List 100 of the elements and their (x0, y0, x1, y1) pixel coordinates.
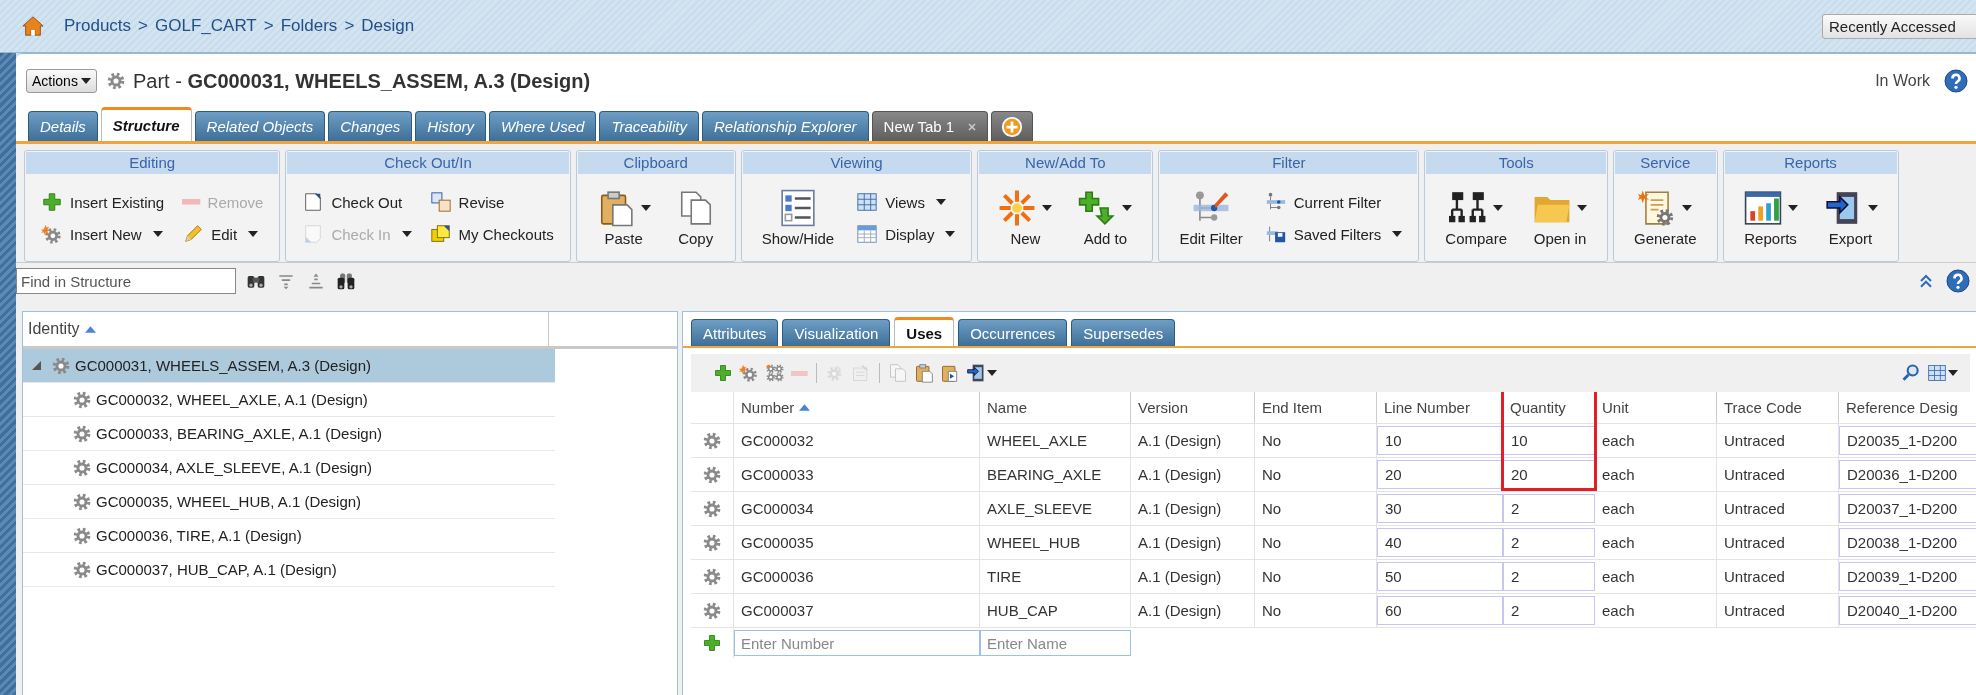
filter-up-icon[interactable] (306, 271, 326, 291)
tree-item[interactable]: GC000035, WHEEL_HUB, A.1 (Design) (23, 485, 555, 519)
bar-chart-icon (1743, 189, 1782, 227)
ribbon-button[interactable]: Paste (590, 185, 657, 251)
ribbon-button[interactable]: New (992, 185, 1059, 251)
ribbon-button[interactable]: Revise (427, 189, 556, 215)
ribbon-button[interactable]: Edit Filter (1173, 185, 1249, 251)
toolbar-button[interactable] (965, 363, 997, 383)
ribbon-button[interactable]: Export (1817, 185, 1884, 251)
table-cell: Untraced (1717, 526, 1839, 559)
tab[interactable]: Details (28, 111, 98, 141)
search-field[interactable]: Find in Structure (16, 268, 236, 294)
editable-cell[interactable]: 2 (1503, 528, 1595, 557)
editable-cell[interactable]: D20036_1-D200 (1839, 460, 1976, 489)
tab[interactable]: Traceability (599, 111, 699, 141)
table-cell: each (1595, 424, 1717, 457)
column-header[interactable]: Quantity (1503, 392, 1595, 423)
editable-cell[interactable]: 2 (1503, 494, 1595, 523)
column-header[interactable]: Trace Code (1717, 392, 1839, 423)
tree-item[interactable]: GC000037, HUB_CAP, A.1 (Design) (23, 553, 555, 587)
breadcrumb-link[interactable]: Products (64, 16, 132, 36)
ribbon-button[interactable]: Generate (1628, 185, 1703, 251)
ribbon-button[interactable]: Saved Filters (1262, 221, 1405, 247)
editable-cell[interactable]: 50 (1377, 562, 1503, 591)
column-header[interactable]: Identity (23, 312, 549, 346)
ribbon-button[interactable]: Open in (1527, 185, 1593, 251)
actions-button[interactable]: Actions (26, 69, 97, 93)
tab[interactable]: Where Used (489, 111, 597, 141)
tab[interactable]: Structure (100, 107, 192, 141)
home-icon[interactable] (22, 15, 44, 37)
column-header[interactable]: Line Number (1377, 392, 1503, 423)
tab[interactable]: Uses (894, 317, 955, 346)
editable-cell[interactable]: 20 (1377, 460, 1503, 489)
column-header[interactable]: Number (734, 392, 980, 423)
ribbon-button[interactable]: Compare (1439, 185, 1513, 251)
tab[interactable]: Visualization (782, 319, 891, 346)
editable-cell[interactable]: D20039_1-D200 (1839, 562, 1976, 591)
export-icon (965, 363, 986, 383)
breadcrumb-link[interactable]: Design (361, 16, 415, 36)
column-header[interactable]: Name (980, 392, 1131, 423)
ribbon-button[interactable]: Edit (180, 221, 266, 247)
gear-icon (41, 223, 63, 245)
ribbon-button[interactable]: Insert New (39, 221, 167, 247)
add-tab-button[interactable] (991, 111, 1034, 141)
table-cell: HUB_CAP (980, 594, 1131, 627)
tab[interactable]: Attributes (691, 319, 779, 346)
tree-item[interactable]: GC000032, WHEEL_AXLE, A.1 (Design) (23, 383, 555, 417)
ribbon-button[interactable]: My Checkouts (427, 221, 556, 247)
ribbon-button[interactable]: Copy (670, 185, 721, 251)
breadcrumb-link[interactable]: Folders (280, 16, 338, 36)
editable-cell[interactable]: 40 (1377, 528, 1503, 557)
tab[interactable]: New Tab 1 (871, 111, 989, 141)
editable-cell[interactable]: D20037_1-D200 (1839, 494, 1976, 523)
breadcrumb-link[interactable]: GOLF_CART (155, 16, 257, 36)
editable-cell[interactable]: 10 (1503, 426, 1595, 455)
tree-item[interactable]: GC000031, WHEELS_ASSEM, A.3 (Design) (23, 349, 555, 383)
tab[interactable]: Occurrences (958, 319, 1068, 346)
column-header[interactable]: Reference Desig (1839, 392, 1976, 423)
ribbon-button[interactable]: Display (854, 221, 958, 247)
help-icon (1944, 69, 1968, 93)
editable-cell[interactable]: 10 (1377, 426, 1503, 455)
table-cell: No (1255, 458, 1377, 491)
ribbon-button[interactable]: Insert Existing (39, 189, 167, 215)
editable-cell[interactable]: D20040_1-D200 (1839, 596, 1976, 625)
tab[interactable]: Related Objects (194, 111, 326, 141)
ribbon-button[interactable]: Views (854, 189, 958, 215)
ribbon-button[interactable]: Show/Hide (755, 185, 841, 251)
expand-toggle-icon[interactable] (32, 361, 41, 370)
ribbon-group-title: Tools (1426, 152, 1606, 174)
table-cell: GC000034 (734, 492, 980, 525)
ribbon-button[interactable]: Check Out (300, 189, 414, 215)
tree-item[interactable]: GC000034, AXLE_SLEEVE, A.1 (Design) (23, 451, 555, 485)
editable-cell[interactable]: 30 (1377, 494, 1503, 523)
recently-accessed-dropdown[interactable]: Recently Accessed (1822, 13, 1976, 39)
editable-cell[interactable]: D20038_1-D200 (1839, 528, 1976, 557)
toolbar-button[interactable] (1927, 363, 1958, 383)
ribbon-group-title: Clipboard (577, 152, 734, 174)
column-header[interactable]: Unit (1595, 392, 1717, 423)
tab[interactable]: History (415, 111, 486, 141)
copy-icon (887, 363, 908, 383)
editable-cell[interactable]: D20035_1-D200 (1839, 426, 1976, 455)
tab[interactable]: Changes (328, 111, 413, 141)
tree-item[interactable]: GC000033, BEARING_AXLE, A.1 (Design) (23, 417, 555, 451)
editable-cell[interactable]: 2 (1503, 596, 1595, 625)
tab[interactable]: Relationship Explorer (701, 111, 869, 141)
tab[interactable]: Supersedes (1071, 319, 1176, 346)
editable-cell[interactable]: 2 (1503, 562, 1595, 591)
ribbon-button[interactable]: Current Filter (1262, 189, 1405, 215)
binoculars-icon[interactable] (336, 271, 356, 291)
column-header[interactable]: End Item (1255, 392, 1377, 423)
editable-cell[interactable]: 60 (1377, 596, 1503, 625)
close-icon[interactable] (968, 122, 977, 131)
column-header[interactable]: Version (1131, 392, 1255, 423)
input-field[interactable]: Enter Name (980, 630, 1131, 656)
tree-item[interactable]: GC000036, TIRE, A.1 (Design) (23, 519, 555, 553)
input-field[interactable]: Enter Number (734, 630, 980, 656)
minus-icon (182, 199, 201, 205)
help-icon[interactable] (1946, 269, 1970, 293)
ribbon-button[interactable]: Add to (1072, 185, 1139, 251)
ribbon-button[interactable]: Reports (1737, 185, 1804, 251)
